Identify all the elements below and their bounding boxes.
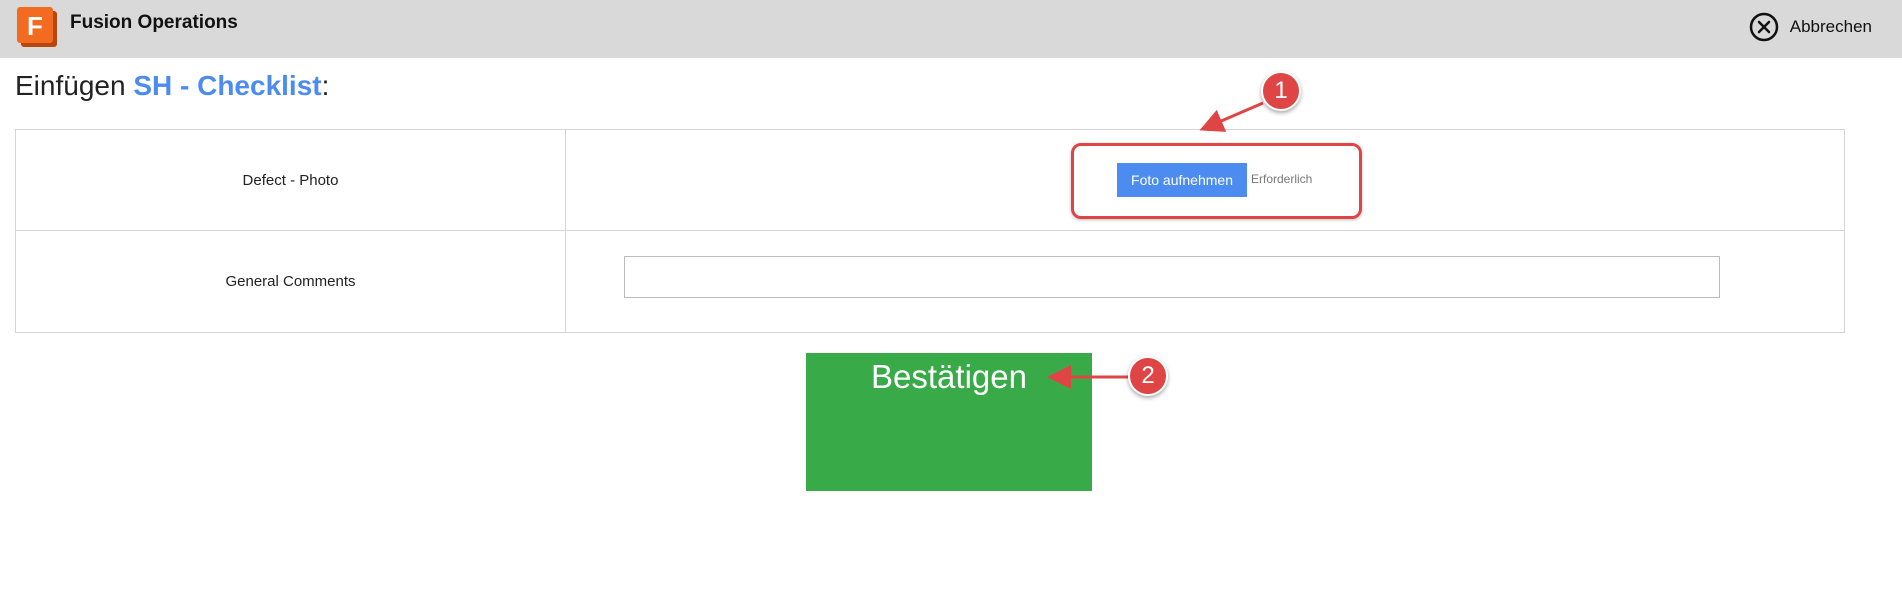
general-comments-input[interactable] [624,256,1720,298]
general-comments-label: General Comments [16,231,566,332]
annotation-marker-1: 1 [1261,71,1301,111]
form-row-defect-photo: Defect - Photo [16,130,1844,231]
top-bar: F Fusion Operations Abbrechen [0,0,1902,58]
confirm-button[interactable]: Bestätigen [806,353,1092,491]
annotation-arrow-1 [1199,101,1264,132]
form-table: Defect - Photo General Comments [15,129,1845,333]
app-title: Fusion Operations [70,12,238,33]
page-title: Einfügen SH - Checklist: [15,70,329,102]
page-title-prefix: Einfügen [15,70,126,101]
cancel-button[interactable]: Abbrechen [1748,11,1872,43]
checklist-name: SH - Checklist [133,70,322,101]
page-title-suffix: : [321,70,330,101]
fusion-logo-icon: F [17,7,57,47]
logo-letter: F [27,11,43,41]
annotation-marker-2: 2 [1128,356,1168,396]
defect-photo-label: Defect - Photo [16,130,566,230]
close-circle-icon [1749,12,1779,42]
cancel-label: Abbrechen [1789,17,1872,36]
annotation-highlight-box [1071,143,1362,219]
